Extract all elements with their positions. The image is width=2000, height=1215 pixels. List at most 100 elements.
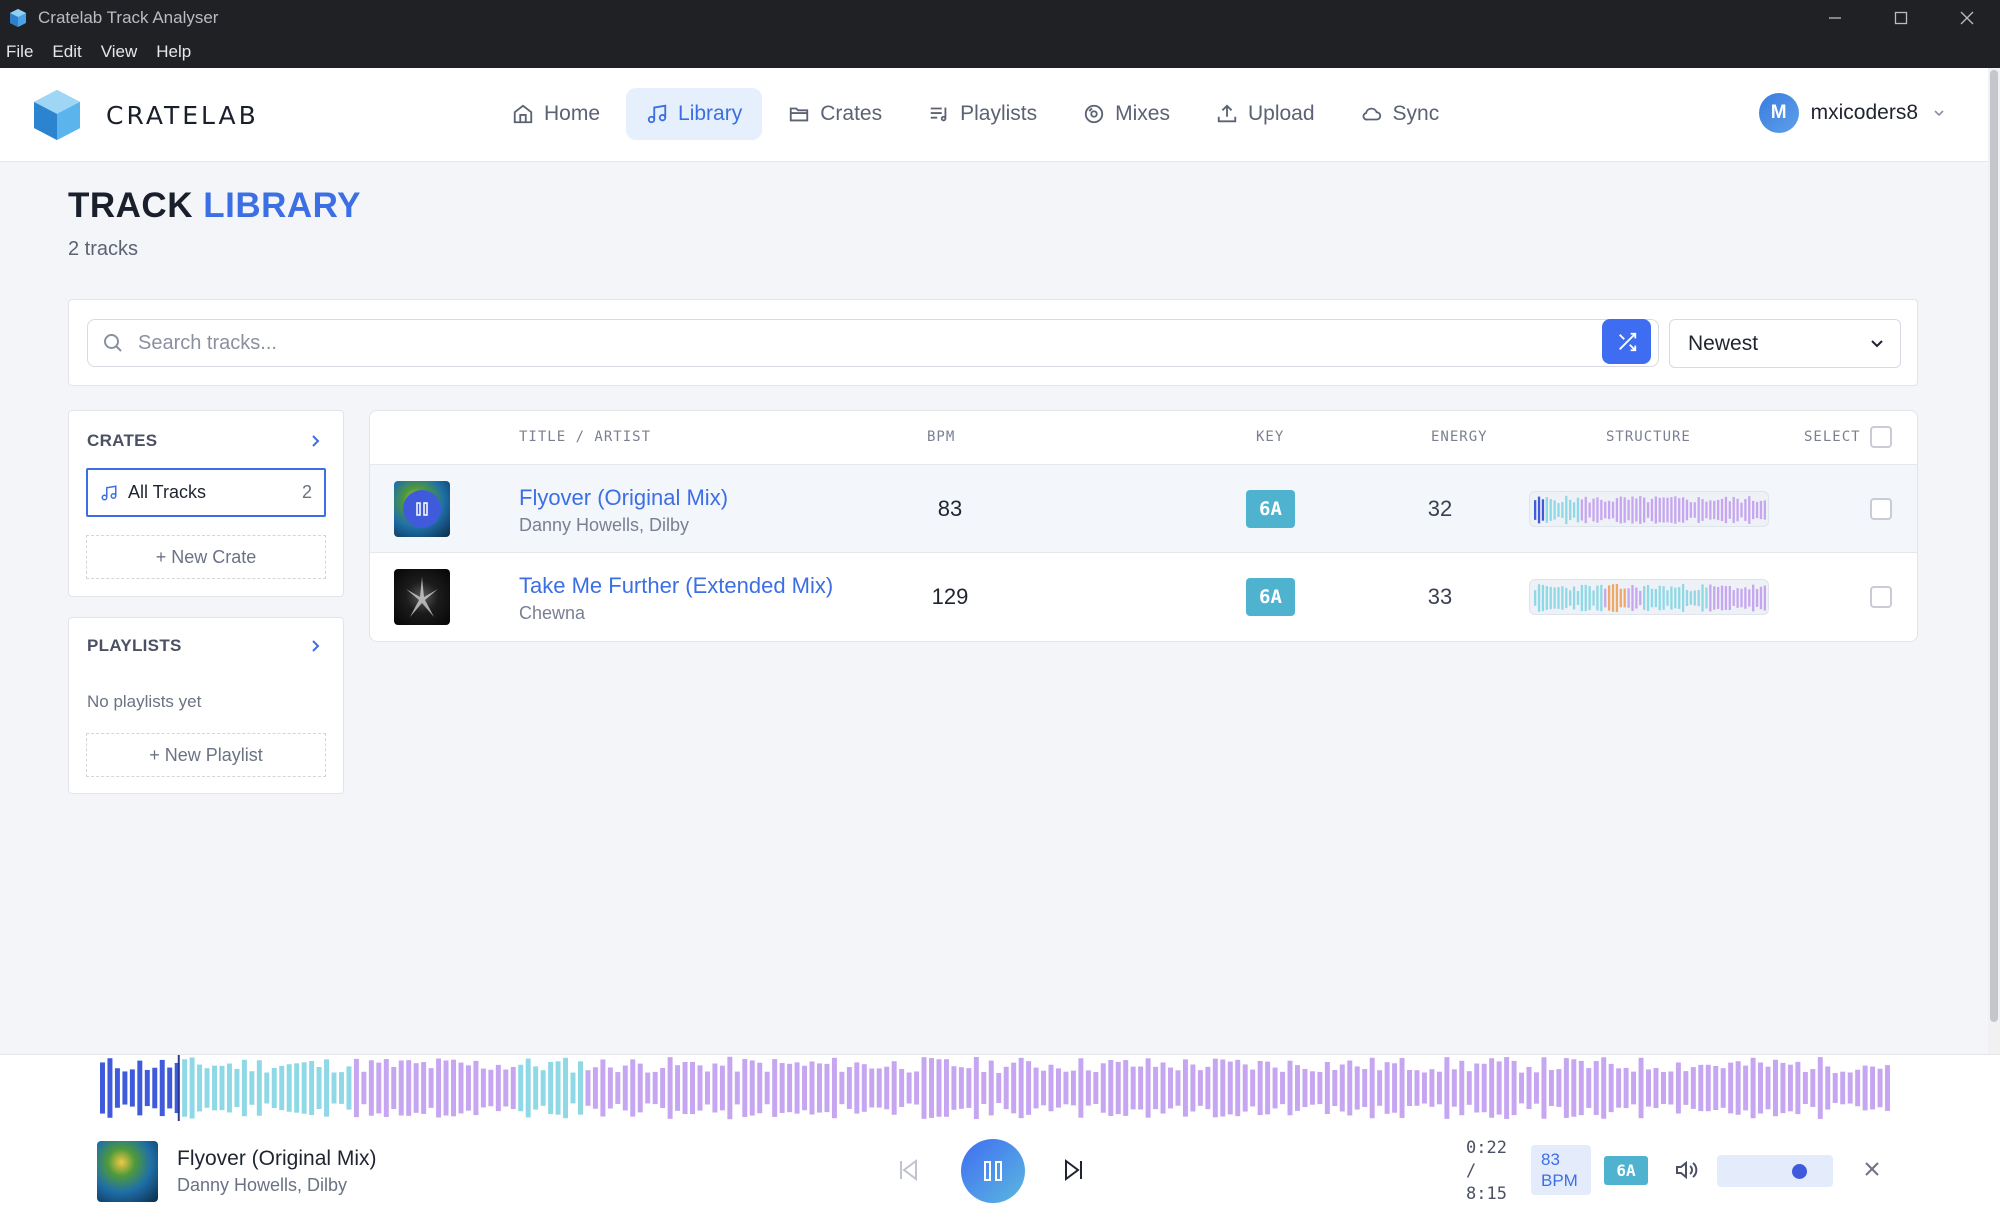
table-row[interactable]: Take Me Further (Extended Mix) Chewna 12… bbox=[370, 552, 1917, 640]
sort-select[interactable]: Newest bbox=[1669, 319, 1901, 368]
search-box[interactable] bbox=[87, 319, 1659, 367]
new-crate-button[interactable]: + New Crate bbox=[86, 535, 326, 579]
waveform-bar bbox=[1519, 1072, 1525, 1104]
waveform-bar bbox=[682, 1061, 688, 1115]
menu-help[interactable]: Help bbox=[156, 42, 191, 62]
waveform-bar bbox=[1750, 1057, 1756, 1119]
nav-library[interactable]: Library bbox=[626, 88, 763, 140]
volume-button[interactable] bbox=[1673, 1157, 1699, 1188]
close-window-button[interactable] bbox=[1934, 0, 2000, 36]
waveform-bar bbox=[167, 1067, 173, 1109]
waveform-bar bbox=[1421, 1072, 1427, 1104]
nav-sync-label: Sync bbox=[1392, 102, 1440, 125]
select-all-checkbox[interactable] bbox=[1870, 426, 1892, 448]
row-pause-button[interactable] bbox=[403, 490, 441, 528]
waveform-bar bbox=[1653, 1067, 1659, 1109]
header-title-artist[interactable]: TITLE / ARTIST bbox=[519, 429, 651, 445]
user-menu[interactable]: M mxicoders8 bbox=[1758, 93, 1946, 133]
waveform-bar bbox=[346, 1066, 352, 1110]
row-select-checkbox[interactable] bbox=[1870, 498, 1892, 520]
close-player-button[interactable] bbox=[1862, 1159, 1882, 1184]
waveform-bar bbox=[1763, 585, 1766, 611]
waveform-bar bbox=[1607, 585, 1611, 611]
waveform-bar bbox=[1658, 585, 1661, 611]
track-bpm: 83 bbox=[937, 496, 963, 521]
menu-file[interactable]: File bbox=[6, 42, 33, 62]
waveform-bar bbox=[443, 1060, 449, 1116]
nav-playlists[interactable]: Playlists bbox=[908, 88, 1057, 140]
volume-slider[interactable] bbox=[1717, 1155, 1833, 1187]
track-cover[interactable] bbox=[394, 569, 450, 625]
chevron-right-icon[interactable] bbox=[307, 638, 323, 654]
pause-icon bbox=[416, 502, 428, 516]
volume-slider-knob[interactable] bbox=[1792, 1164, 1807, 1179]
track-title[interactable]: Flyover (Original Mix) bbox=[519, 485, 728, 511]
next-button[interactable] bbox=[1060, 1157, 1086, 1188]
header-energy[interactable]: ENERGY bbox=[1431, 429, 1488, 445]
menu-view[interactable]: View bbox=[101, 42, 138, 62]
header-select: SELECT bbox=[1804, 429, 1861, 445]
waveform-bar bbox=[1466, 1071, 1472, 1105]
logo[interactable]: CRATELAB bbox=[30, 88, 259, 142]
header-bpm[interactable]: BPM bbox=[927, 429, 955, 445]
waveform-bar bbox=[1070, 1070, 1076, 1106]
nav-upload[interactable]: Upload bbox=[1196, 88, 1335, 140]
waveform-bar bbox=[1407, 1070, 1412, 1106]
waveform-bar bbox=[1309, 1071, 1315, 1105]
waveform-bar bbox=[548, 1061, 554, 1115]
waveform-bar bbox=[1728, 1062, 1734, 1114]
waveform-bar bbox=[1713, 586, 1716, 610]
waveform-bar bbox=[1511, 1060, 1517, 1116]
shuffle-button[interactable] bbox=[1602, 319, 1651, 364]
previous-button[interactable] bbox=[896, 1157, 922, 1188]
waveform-bar bbox=[1847, 1072, 1853, 1104]
waveform-bar bbox=[1182, 1059, 1188, 1117]
waveform-bar bbox=[480, 1068, 486, 1108]
track-table: TITLE / ARTIST BPM KEY ENERGY STRUCTURE … bbox=[369, 410, 1918, 642]
search-input[interactable] bbox=[138, 331, 1638, 355]
header-key[interactable]: KEY bbox=[1256, 429, 1284, 445]
track-cover[interactable] bbox=[394, 481, 450, 537]
waveform-bar bbox=[899, 1068, 905, 1108]
waveform-bar bbox=[1580, 584, 1584, 612]
structure-waveform[interactable] bbox=[1529, 491, 1769, 527]
scrollbar-thumb[interactable] bbox=[1990, 70, 1998, 1022]
play-pause-button[interactable] bbox=[961, 1139, 1025, 1203]
waveform-bar bbox=[1650, 498, 1654, 522]
minimize-button[interactable] bbox=[1802, 0, 1868, 36]
maximize-button[interactable] bbox=[1868, 0, 1934, 36]
waveform-bar bbox=[1317, 1071, 1323, 1105]
crate-all-tracks[interactable]: All Tracks 2 bbox=[86, 468, 326, 517]
new-playlist-button[interactable]: + New Playlist bbox=[86, 733, 326, 777]
menu-edit[interactable]: Edit bbox=[52, 42, 81, 62]
waveform-bar bbox=[1720, 1068, 1726, 1108]
waveform-bar bbox=[585, 1070, 591, 1106]
waveform-bar bbox=[1592, 498, 1595, 522]
logo-cube-icon bbox=[34, 90, 80, 140]
waveform-bar bbox=[906, 1072, 912, 1104]
waveform-bar bbox=[473, 1060, 479, 1116]
waveform-bar bbox=[727, 1056, 733, 1120]
waveform-bar bbox=[891, 1061, 897, 1115]
player-waveform[interactable] bbox=[100, 1055, 1890, 1121]
waveform-bar bbox=[1168, 1067, 1173, 1109]
nav-mixes[interactable]: Mixes bbox=[1063, 88, 1190, 140]
row-select-checkbox[interactable] bbox=[1870, 586, 1892, 608]
nav-home[interactable]: Home bbox=[492, 88, 620, 140]
waveform-bar bbox=[1728, 586, 1731, 610]
waveform-bar bbox=[1709, 584, 1712, 612]
nav-sync[interactable]: Sync bbox=[1341, 88, 1460, 140]
structure-waveform[interactable] bbox=[1529, 579, 1769, 615]
waveform-bar bbox=[1553, 587, 1556, 609]
waveform-bar bbox=[652, 1071, 658, 1105]
waveform-bar bbox=[286, 1064, 292, 1112]
track-title[interactable]: Take Me Further (Extended Mix) bbox=[519, 573, 833, 599]
chevron-right-icon[interactable] bbox=[307, 433, 323, 449]
nav-crates[interactable]: Crates bbox=[768, 88, 902, 140]
waveform-bar bbox=[1190, 1064, 1196, 1112]
waveform-bar bbox=[742, 1059, 748, 1117]
table-row[interactable]: Flyover (Original Mix) Danny Howells, Di… bbox=[370, 464, 1917, 552]
waveform-bar bbox=[697, 1065, 703, 1111]
waveform-bar bbox=[1758, 1062, 1764, 1114]
vertical-scrollbar[interactable] bbox=[1988, 68, 2000, 1054]
